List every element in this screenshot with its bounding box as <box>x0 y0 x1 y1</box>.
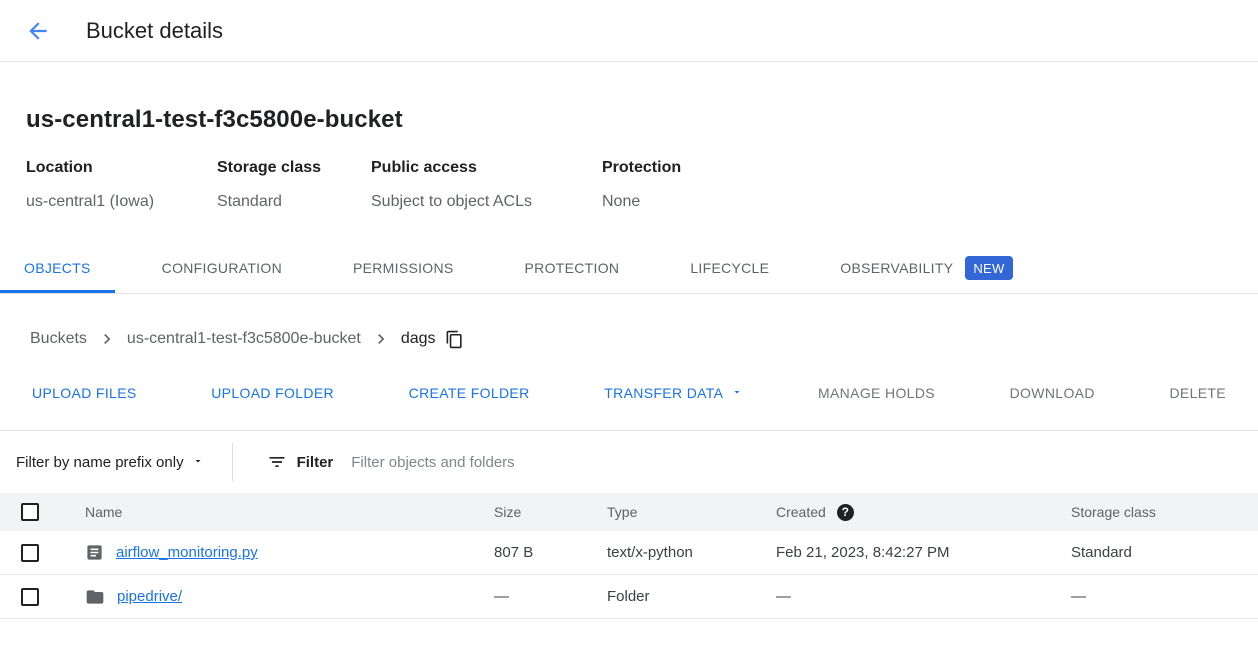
tab-label: LIFECYCLE <box>690 260 769 276</box>
meta-value: None <box>602 193 681 211</box>
meta-protection: Protection None <box>602 159 691 211</box>
breadcrumb: Buckets us-central1-test-f3c5800e-bucket… <box>0 324 1258 354</box>
folder-icon <box>85 587 105 607</box>
app-bar: Bucket details <box>0 0 1258 62</box>
row-checkbox[interactable] <box>21 544 39 562</box>
chevron-right-icon <box>97 329 117 349</box>
header-checkbox-cell <box>0 503 64 521</box>
row-checkbox-cell <box>0 588 64 606</box>
column-header-created: Created ? <box>776 504 1071 521</box>
created-cell: Feb 21, 2023, 8:42:27 PM <box>776 544 1071 561</box>
meta-value: us-central1 (Iowa) <box>26 193 207 211</box>
breadcrumb-bucket-name[interactable]: us-central1-test-f3c5800e-bucket <box>127 330 361 348</box>
meta-label: Public access <box>371 159 592 177</box>
tab-permissions[interactable]: PERMISSIONS <box>329 245 478 293</box>
size-cell: — <box>494 588 607 605</box>
vertical-divider <box>232 443 233 481</box>
manage-holds-button[interactable]: MANAGE HOLDS <box>802 375 951 411</box>
table-row: pipedrive/ — Folder — — <box>0 575 1258 619</box>
chevron-right-icon <box>371 329 391 349</box>
button-label: CREATE FOLDER <box>409 385 530 401</box>
tab-bar: OBJECTS CONFIGURATION PERMISSIONS PROTEC… <box>0 245 1258 294</box>
meta-value: Standard <box>217 193 361 211</box>
storage-class-cell: — <box>1071 588 1258 605</box>
page-title: Bucket details <box>86 18 223 44</box>
filter-scope-dropdown[interactable]: Filter by name prefix only <box>0 454 218 471</box>
tab-label: PROTECTION <box>525 260 620 276</box>
bucket-name: us-central1-test-f3c5800e-bucket <box>26 106 1232 134</box>
copy-icon <box>445 330 464 349</box>
size-cell: 807 B <box>494 544 607 561</box>
back-button[interactable] <box>18 11 58 51</box>
column-header-size: Size <box>494 504 607 520</box>
download-button[interactable]: DOWNLOAD <box>994 375 1111 411</box>
arrow-drop-down-icon <box>731 385 743 401</box>
meta-label: Protection <box>602 159 681 177</box>
new-badge: NEW <box>965 256 1012 280</box>
table-row: airflow_monitoring.py 807 B text/x-pytho… <box>0 531 1258 575</box>
object-action-bar: UPLOAD FILES UPLOAD FOLDER CREATE FOLDER… <box>0 370 1258 416</box>
delete-button[interactable]: DELETE <box>1153 375 1242 411</box>
filter-label: Filter <box>297 454 334 471</box>
meta-label: Location <box>26 159 207 177</box>
breadcrumb-current-folder: dags <box>401 330 436 348</box>
column-header-storage-class: Storage class <box>1071 504 1258 520</box>
objects-table: Name Size Type Created ? Storage class a… <box>0 493 1258 619</box>
tab-label: OBJECTS <box>24 260 91 276</box>
button-label: TRANSFER DATA <box>604 385 723 401</box>
tab-label: PERMISSIONS <box>353 260 454 276</box>
button-label: MANAGE HOLDS <box>818 385 935 401</box>
button-label: DOWNLOAD <box>1010 385 1095 401</box>
meta-location: Location us-central1 (Iowa) <box>26 159 217 211</box>
created-cell: — <box>776 588 1071 605</box>
upload-files-button[interactable]: UPLOAD FILES <box>16 375 153 411</box>
button-label: UPLOAD FILES <box>32 385 137 401</box>
folder-link[interactable]: pipedrive/ <box>117 588 182 605</box>
breadcrumb-buckets[interactable]: Buckets <box>30 330 87 348</box>
meta-label: Storage class <box>217 159 361 177</box>
meta-value: Subject to object ACLs <box>371 193 592 211</box>
upload-folder-button[interactable]: UPLOAD FOLDER <box>195 375 350 411</box>
create-folder-button[interactable]: CREATE FOLDER <box>393 375 546 411</box>
filter-scope-label: Filter by name prefix only <box>16 454 184 471</box>
filter-list-icon <box>267 452 287 472</box>
object-link[interactable]: airflow_monitoring.py <box>116 544 258 561</box>
bucket-summary: us-central1-test-f3c5800e-bucket Locatio… <box>0 106 1258 211</box>
copy-button[interactable] <box>445 330 464 349</box>
help-icon[interactable]: ? <box>837 504 854 521</box>
transfer-data-button[interactable]: TRANSFER DATA <box>588 375 759 411</box>
select-all-checkbox[interactable] <box>21 503 39 521</box>
bucket-meta-row: Location us-central1 (Iowa) Storage clas… <box>26 159 1232 211</box>
column-header-name: Name <box>64 504 494 520</box>
row-checkbox[interactable] <box>21 588 39 606</box>
button-label: DELETE <box>1169 385 1226 401</box>
type-cell: text/x-python <box>607 544 776 561</box>
object-name-cell: pipedrive/ <box>64 587 494 607</box>
tab-protection[interactable]: PROTECTION <box>501 245 644 293</box>
meta-public-access: Public access Subject to object ACLs <box>371 159 602 211</box>
tab-observability[interactable]: OBSERVABILITY NEW <box>816 245 1036 293</box>
column-header-type: Type <box>607 504 776 520</box>
tab-configuration[interactable]: CONFIGURATION <box>138 245 306 293</box>
storage-class-cell: Standard <box>1071 544 1258 561</box>
tab-label: OBSERVABILITY <box>840 260 953 276</box>
column-header-label: Created <box>776 504 826 520</box>
tab-lifecycle[interactable]: LIFECYCLE <box>666 245 793 293</box>
type-cell: Folder <box>607 588 776 605</box>
arrow-back-icon <box>25 18 51 44</box>
filter-bar: Filter by name prefix only Filter <box>0 430 1258 493</box>
row-checkbox-cell <box>0 544 64 562</box>
filter-input[interactable] <box>351 454 1258 471</box>
tab-label: CONFIGURATION <box>162 260 282 276</box>
button-label: UPLOAD FOLDER <box>211 385 334 401</box>
tab-objects[interactable]: OBJECTS <box>0 245 115 293</box>
file-icon <box>85 543 104 562</box>
table-header-row: Name Size Type Created ? Storage class <box>0 493 1258 531</box>
object-name-cell: airflow_monitoring.py <box>64 543 494 562</box>
arrow-drop-down-icon <box>192 454 204 471</box>
meta-storage-class: Storage class Standard <box>217 159 371 211</box>
